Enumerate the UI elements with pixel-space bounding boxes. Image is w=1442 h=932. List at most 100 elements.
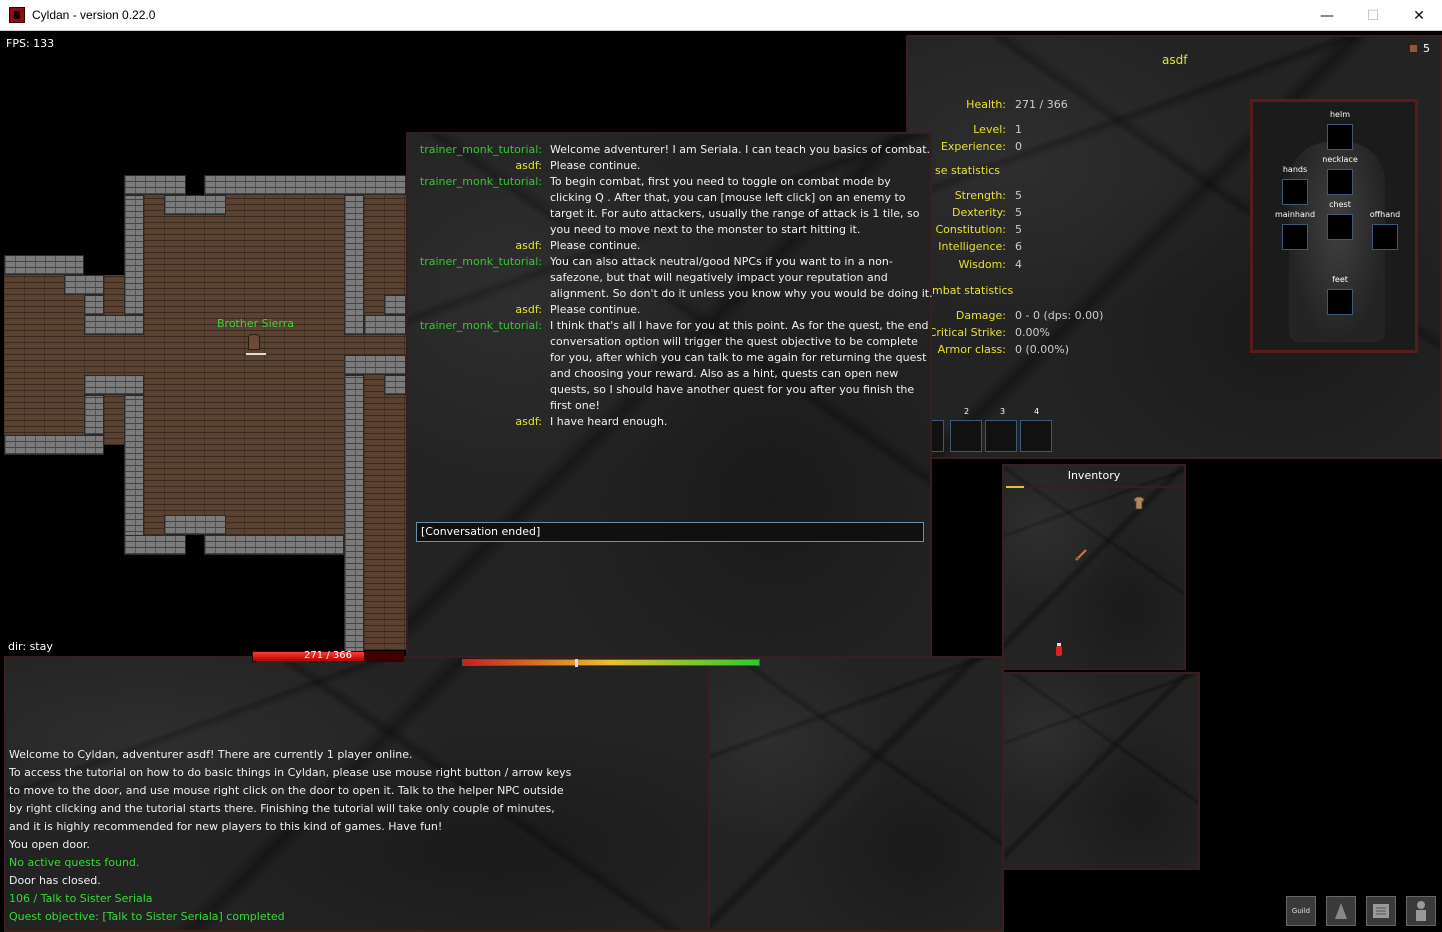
- dialogue-panel: trainer_monk_tutorial: Welcome adventurer…: [406, 132, 934, 660]
- character-name: asdf: [1162, 53, 1188, 67]
- quest-log-button[interactable]: [1366, 896, 1396, 926]
- dialogue-speaker: trainer_monk_tutorial:: [419, 143, 542, 156]
- slot-label-feet: feet: [1332, 275, 1348, 284]
- stat-value: 5: [1015, 206, 1022, 219]
- gold-icon: [1409, 44, 1418, 53]
- divider: [1006, 486, 1182, 488]
- dialogue-line: trainer_monk_tutorial: To begin combat, f…: [414, 174, 934, 238]
- stat-value: 0 (0.00%): [1015, 343, 1070, 356]
- stone-wall: [4, 435, 104, 455]
- skills-button[interactable]: [1326, 896, 1356, 926]
- chat-log-panel[interactable]: Welcome to Cyldan, adventurer asdf! Ther…: [4, 656, 710, 932]
- stone-wall: [84, 315, 144, 335]
- dialogue-text: You can also attack neutral/good NPCs if…: [550, 255, 933, 300]
- chat-line: You open door.: [9, 838, 90, 851]
- dialogue-text: I have heard enough.: [550, 415, 668, 428]
- stone-wall: [124, 395, 144, 545]
- equip-slot-offhand[interactable]: [1372, 224, 1398, 250]
- dialogue-line: trainer_monk_tutorial: Welcome adventurer…: [414, 142, 934, 158]
- dialogue-speaker: asdf:: [515, 303, 542, 316]
- health-bar-text: 271 / 366: [304, 650, 352, 661]
- equip-slot-feet[interactable]: [1327, 289, 1353, 315]
- floor-tiles[interactable]: [364, 355, 406, 650]
- dialogue-option-input[interactable]: [Conversation ended]: [416, 522, 924, 542]
- stat-value: 0 - 0 (dps: 0.00): [1015, 309, 1104, 322]
- chat-line: 106 / Talk to Sister Seriala: [9, 892, 153, 905]
- dialogue-line: trainer_monk_tutorial: I think that's all…: [414, 318, 934, 414]
- chat-log-lines: Welcome to Cyldan, adventurer asdf! Ther…: [9, 746, 571, 926]
- stat-value: 271 / 366: [1015, 98, 1068, 111]
- dialogue-text: Please continue.: [550, 239, 641, 252]
- hotbar-number: 4: [1034, 407, 1040, 416]
- quest-scroll-icon: [1373, 904, 1389, 918]
- stone-wall: [164, 195, 226, 215]
- npc-sprite[interactable]: [248, 334, 260, 350]
- stone-wall: [344, 375, 364, 655]
- skills-icon: [1335, 903, 1347, 919]
- dialogue-line: asdf: Please continue.: [414, 158, 934, 174]
- equip-slot-mainhand[interactable]: [1282, 224, 1308, 250]
- stone-wall: [84, 395, 104, 435]
- gold-counter: 5: [1409, 42, 1430, 55]
- equip-slot-chest[interactable]: [1327, 214, 1353, 240]
- hotbar-slot-4[interactable]: [1020, 420, 1052, 452]
- hotbar-number: 3: [1000, 407, 1006, 416]
- equip-slot-helm[interactable]: [1327, 124, 1353, 150]
- window-title: Cyldan - version 0.22.0: [32, 8, 156, 22]
- slot-label-hands: hands: [1282, 165, 1308, 174]
- dialogue-log: trainer_monk_tutorial: Welcome adventurer…: [414, 142, 934, 430]
- stat-value: 0.00%: [1015, 326, 1050, 339]
- equip-slot-hands[interactable]: [1282, 179, 1308, 205]
- base-statistics-heading: se statistics: [935, 164, 1001, 177]
- dagger-icon[interactable]: [1074, 548, 1088, 562]
- stone-wall: [124, 535, 186, 555]
- slot-label-helm: helm: [1329, 110, 1350, 119]
- window-titlebar[interactable]: Cyldan - version 0.22.0 — ☐ ✕: [0, 0, 1442, 31]
- chat-line: Quest objective: [Talk to Sister Seriala…: [9, 910, 285, 923]
- slot-label-offhand: offhand: [1369, 210, 1401, 219]
- stat-health: Health: 271 / 366: [908, 98, 1068, 111]
- potion-icon[interactable]: [1054, 642, 1064, 658]
- experience-bar-marker: [575, 659, 579, 667]
- dialogue-text: Please continue.: [550, 303, 641, 316]
- dialogue-speaker: asdf:: [515, 239, 542, 252]
- dialogue-speaker: trainer_monk_tutorial:: [419, 319, 542, 332]
- close-button[interactable]: ✕: [1396, 0, 1442, 31]
- minimize-button[interactable]: —: [1304, 0, 1350, 31]
- chat-line: to move to the door, and use mouse right…: [9, 784, 564, 797]
- direction-indicator: dir: stay: [8, 640, 53, 653]
- chat-line: To access the tutorial on how to do basi…: [9, 766, 572, 779]
- hotbar-slot-2[interactable]: [950, 420, 982, 452]
- empty-panel: [1002, 672, 1200, 870]
- stone-wall: [124, 195, 144, 315]
- health-bar: 271 / 366: [252, 650, 404, 662]
- stone-wall: [84, 295, 104, 315]
- slot-label-chest: chest: [1329, 200, 1351, 209]
- equipment-panel: helm necklace hands chest mainhand offha…: [1250, 99, 1418, 353]
- empty-panel: [708, 656, 1004, 932]
- dialogue-line: trainer_monk_tutorial: You can also attac…: [414, 254, 934, 302]
- stone-wall: [164, 515, 226, 535]
- npc-selection-marker: [246, 353, 266, 355]
- maximize-button[interactable]: ☐: [1350, 0, 1396, 31]
- inventory-title: Inventory: [1067, 469, 1121, 482]
- character-button[interactable]: [1406, 896, 1436, 926]
- chat-line: Welcome to Cyldan, adventurer asdf! Ther…: [9, 748, 413, 761]
- slot-label-mainhand: mainhand: [1274, 210, 1316, 219]
- stat-value: 1: [1015, 123, 1022, 136]
- dialogue-speaker: trainer_monk_tutorial:: [419, 255, 542, 268]
- stone-wall: [344, 355, 406, 375]
- fps-counter: FPS: 133: [6, 37, 55, 50]
- equip-slot-necklace[interactable]: [1327, 169, 1353, 195]
- hotbar-number: 2: [964, 407, 970, 416]
- guild-button[interactable]: Guild: [1286, 896, 1316, 926]
- stat-value: 5: [1015, 223, 1022, 236]
- inventory-panel: Inventory: [1002, 464, 1186, 670]
- hotbar-slot-3[interactable]: [985, 420, 1017, 452]
- chat-line: by right clicking and the tutorial start…: [9, 802, 555, 815]
- dialogue-speaker: trainer_monk_tutorial:: [419, 175, 542, 188]
- chat-line: and it is highly recommended for new pla…: [9, 820, 443, 833]
- shirt-icon[interactable]: [1132, 496, 1146, 510]
- stat-value: 0: [1015, 140, 1022, 153]
- npc-name-label: Brother Sierra: [217, 317, 295, 330]
